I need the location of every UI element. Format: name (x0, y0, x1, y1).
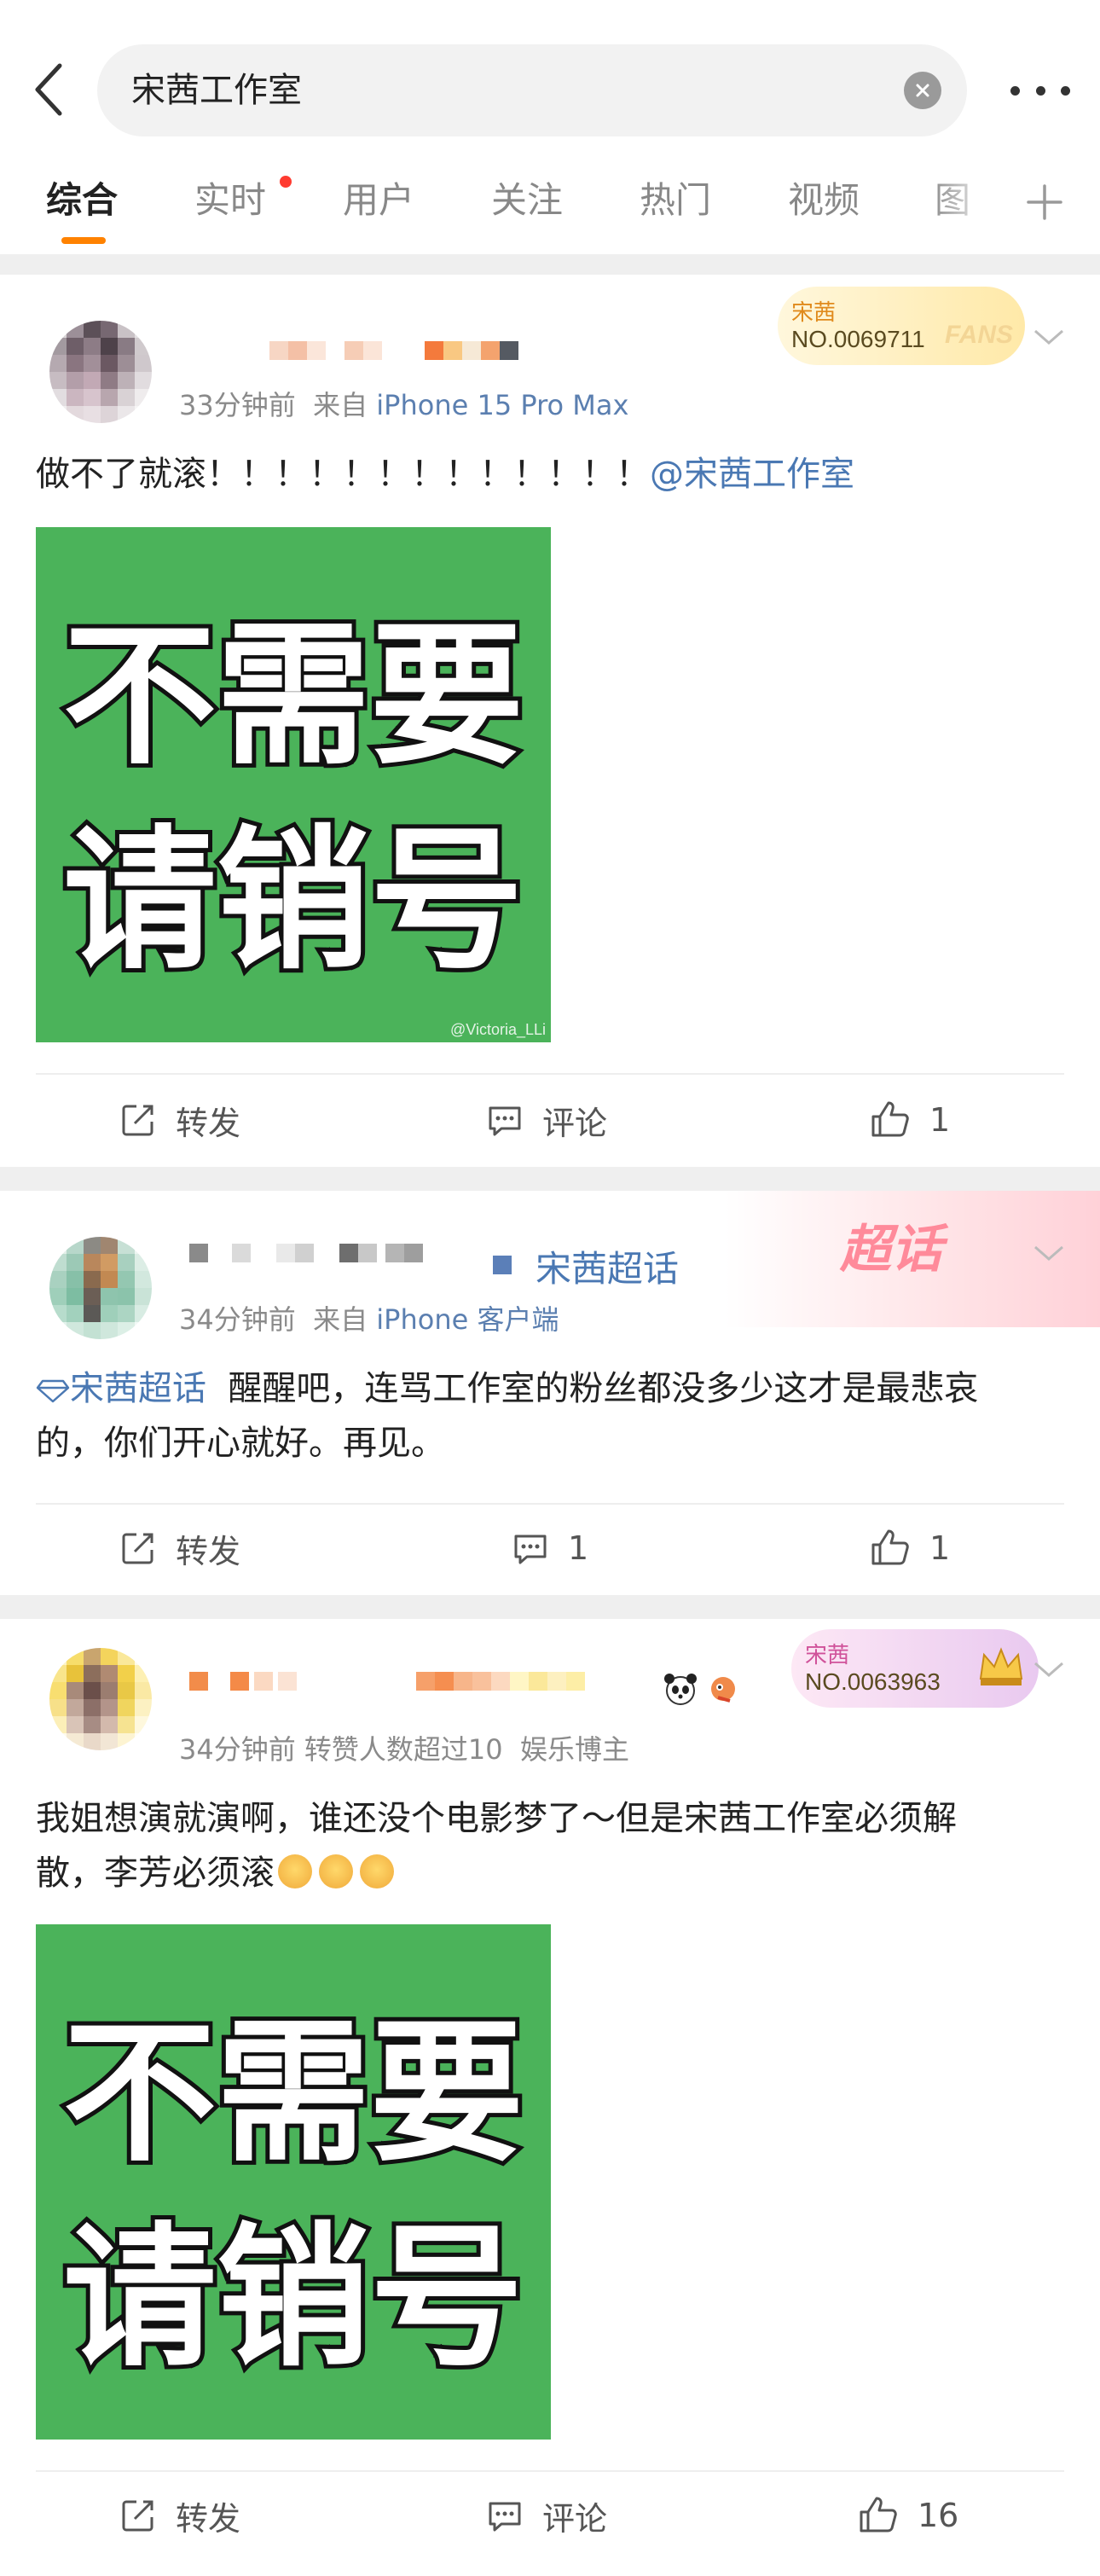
active-tab-indicator (61, 237, 106, 244)
emoji-icon (360, 1854, 394, 1888)
repost-button[interactable]: 转发 (119, 1082, 240, 1158)
like-button[interactable]: 1 (870, 1510, 950, 1587)
tab-following[interactable]: 关注 (491, 171, 563, 256)
mascot-icon (711, 1677, 735, 1703)
search-query: 宋茜工作室 (131, 71, 302, 110)
avatar[interactable] (49, 1237, 152, 1339)
topic-banner: 超话 (840, 1220, 942, 1279)
post-text: 做不了就滚！！！！！！！！！！！！！@宋茜工作室 (36, 455, 854, 494)
share-icon (122, 1105, 153, 1136)
crown-icon (979, 1647, 1023, 1685)
diamond-icon (36, 1379, 70, 1403)
image-text-line2: 请销号 (63, 2209, 524, 2387)
back-arrow-icon[interactable] (24, 60, 72, 119)
post-meta: 34分钟前 转赞人数超过10 娱乐博主 (179, 1733, 629, 1766)
notification-dot (280, 176, 292, 188)
comment-icon (514, 1535, 547, 1564)
comment-button[interactable]: 评论 (486, 2477, 607, 2554)
clear-icon[interactable] (904, 72, 941, 109)
post-text: 宋茜超话 醒醒吧，连骂工作室的粉丝都没多少这才是最悲哀 的，你们开心就好。再见。 (36, 1369, 979, 1463)
username[interactable] (189, 1244, 423, 1262)
emoji-icon (319, 1854, 353, 1888)
image-text-line2: 请销号 (63, 812, 524, 990)
post-meta: 33分钟前 来自 iPhone 15 Pro Max (179, 389, 629, 421)
image-text-line1: 不需要 (63, 607, 524, 786)
post-image[interactable]: 不需要 请销号 @Victoria_LLi (36, 527, 551, 1042)
chevron-down-icon[interactable] (1032, 1240, 1066, 1266)
username[interactable] (189, 1672, 585, 1691)
comment-button[interactable]: 1 (512, 1510, 588, 1587)
search-input[interactable]: 宋茜工作室 (97, 44, 967, 136)
post-meta: 34分钟前 来自 iPhone 客户端 (179, 1303, 559, 1336)
post-card: 超话 宋茜超话 34分钟前 来自 iPhone 客户端 宋茜超话 醒醒吧，连骂工… (0, 1191, 1100, 1595)
post-image[interactable]: 不需要 请销号 (36, 1924, 551, 2440)
chevron-down-icon[interactable] (1032, 1656, 1066, 1682)
tab-hot[interactable]: 热门 (640, 171, 711, 256)
topic-tag[interactable]: 宋茜超话 (536, 1240, 679, 1292)
tab-realtime[interactable]: 实时 (194, 171, 266, 256)
fan-badge[interactable]: 宋茜 NO.0069711 FANS (778, 287, 1025, 365)
thumbs-up-icon (860, 2497, 897, 2532)
post-time: 33分钟前 (179, 389, 296, 421)
add-tab-icon[interactable] (1023, 181, 1066, 223)
comment-button[interactable]: 评论 (486, 1082, 607, 1158)
share-icon (122, 2500, 153, 2532)
image-watermark: @Victoria_LLi (450, 1021, 546, 1038)
post-time: 34分钟前 (179, 1303, 296, 1336)
like-button[interactable]: 1 (870, 1082, 950, 1158)
mention-link[interactable]: @宋茜工作室 (650, 455, 854, 494)
thumbs-up-icon (871, 1529, 909, 1565)
post-text: 我姐想演就演啊，谁还没个电影梦了～但是宋茜工作室必须解 散，李芳必须滚 (36, 1799, 957, 1893)
share-icon (122, 1533, 153, 1564)
avatar[interactable] (49, 321, 152, 423)
emoji-icon (278, 1854, 312, 1888)
repost-button[interactable]: 转发 (119, 1510, 240, 1587)
comment-icon (489, 2502, 521, 2532)
more-icon[interactable] (1002, 73, 1079, 107)
panda-icon (664, 1674, 697, 1705)
tab-users[interactable]: 用户 (343, 171, 414, 256)
avatar[interactable] (49, 1648, 152, 1750)
comment-icon (489, 1106, 521, 1136)
username[interactable] (269, 341, 518, 360)
post-card: 33分钟前 来自 iPhone 15 Pro Max 宋茜 NO.0069711… (0, 275, 1100, 1167)
post-source: iPhone 客户端 (376, 1303, 559, 1336)
thumbs-up-icon (871, 1101, 909, 1137)
post-card: 宋茜 NO.0063963 34分钟前 转赞人数超过10 娱乐博主 我姐想演就演… (0, 1619, 1100, 2576)
like-button[interactable]: 16 (858, 2477, 958, 2554)
post-time: 34分钟前 (179, 1733, 296, 1766)
image-text-line1: 不需要 (63, 2005, 524, 2183)
repost-button[interactable]: 转发 (119, 2477, 240, 2554)
post-source: iPhone 15 Pro Max (376, 389, 629, 421)
fan-badge[interactable]: 宋茜 NO.0063963 (791, 1629, 1039, 1708)
inline-topic-link[interactable]: 宋茜超话 (70, 1369, 206, 1408)
topic-icon (493, 1256, 512, 1274)
tab-video[interactable]: 视频 (788, 171, 860, 256)
chevron-down-icon[interactable] (1032, 324, 1066, 350)
top-bar: 宋茜工作室 (0, 0, 1100, 171)
